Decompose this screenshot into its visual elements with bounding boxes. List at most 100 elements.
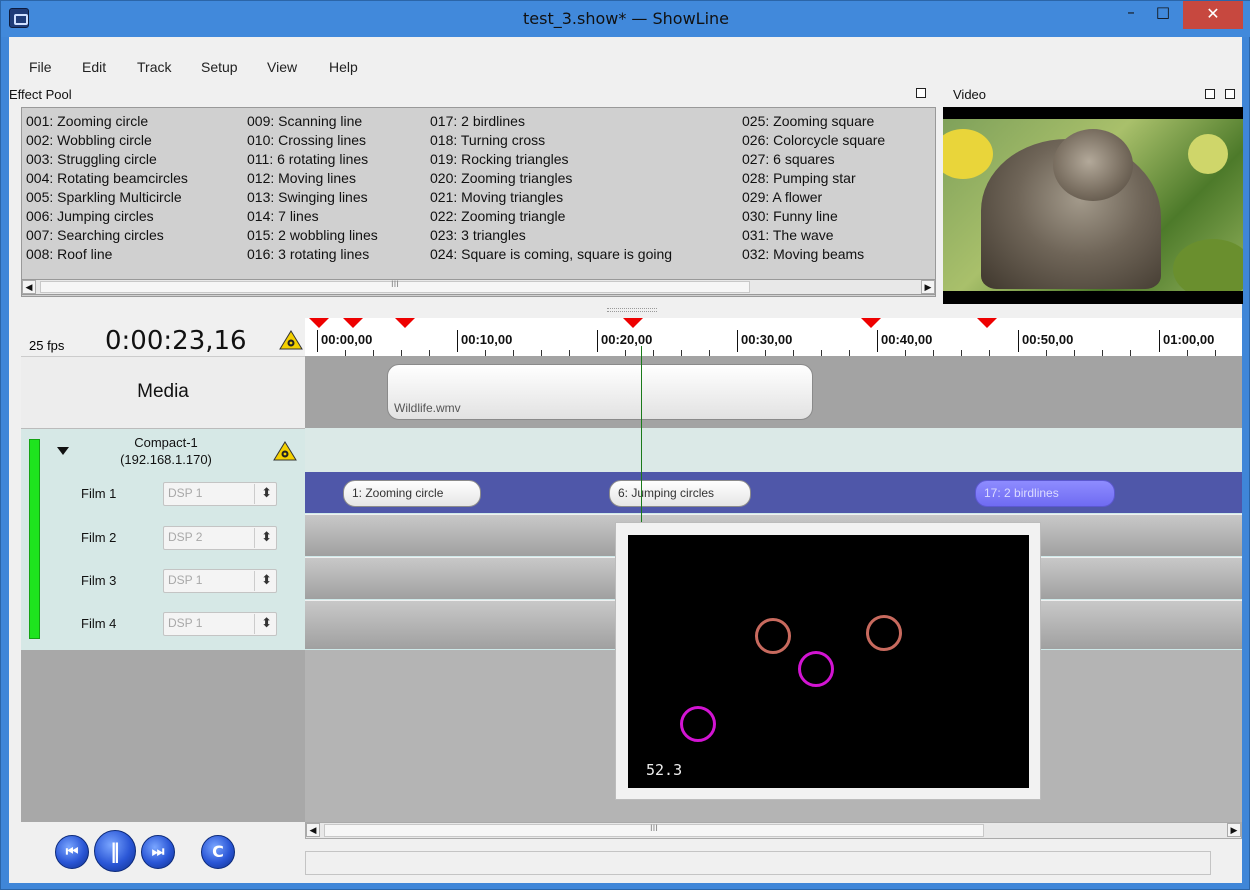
timeline-scrollbar[interactable]: ◀ III ▶ — [305, 822, 1242, 839]
menu-help[interactable]: Help — [329, 59, 358, 75]
ruler-tick-label: 01:00,00 — [1159, 330, 1214, 352]
effect-pool-title: Effect Pool — [9, 87, 72, 102]
effect-pool-item[interactable]: 015: 2 wobbling lines — [247, 226, 378, 245]
spin-arrows-icon[interactable]: ⬍ — [254, 484, 272, 504]
effect-pool-item[interactable]: 012: Moving lines — [247, 169, 378, 188]
effect-pool-item[interactable]: 013: Swinging lines — [247, 188, 378, 207]
effect-pool-item[interactable]: 005: Sparkling Multicircle — [26, 188, 188, 207]
cue-marker-icon[interactable] — [309, 318, 329, 328]
progress-bar — [305, 851, 1211, 875]
spin-arrows-icon[interactable]: ⬍ — [254, 614, 272, 634]
effect-pool-item[interactable]: 032: Moving beams — [742, 245, 885, 264]
effect-pool-item[interactable]: 002: Wobbling circle — [26, 131, 188, 150]
scroll-left-arrow[interactable]: ◀ — [22, 280, 36, 294]
effect-pool-item[interactable]: 025: Zooming square — [742, 112, 885, 131]
spin-arrows-icon[interactable]: ⬍ — [254, 571, 272, 591]
effect-pool-item[interactable]: 016: 3 rotating lines — [247, 245, 378, 264]
collapse-arrow-icon[interactable] — [57, 447, 69, 455]
effect-pool-item[interactable]: 022: Zooming triangle — [430, 207, 672, 226]
cue-marker-icon[interactable] — [977, 318, 997, 328]
effect-pool-item[interactable]: 028: Pumping star — [742, 169, 885, 188]
flower-spot — [1188, 134, 1228, 174]
effect-pool-column: 009: Scanning line 010: Crossing lines 011… — [247, 112, 378, 264]
effect-pool-item[interactable]: 031: The wave — [742, 226, 885, 245]
effect-clip[interactable]: 1: Zooming circle — [343, 480, 481, 507]
media-clip[interactable]: Wildlife.wmv — [387, 364, 813, 420]
circle-shape — [680, 706, 716, 742]
effect-pool-item[interactable]: 007: Searching circles — [26, 226, 188, 245]
panel-splitter[interactable] — [607, 308, 657, 312]
marmot-head-image — [1053, 129, 1133, 201]
effect-pool-item[interactable]: 027: 6 squares — [742, 150, 885, 169]
cue-marker-icon[interactable] — [861, 318, 881, 328]
film-4-dsp-spinner[interactable]: DSP 1 ⬍ — [163, 612, 277, 636]
scroll-right-arrow[interactable]: ▶ — [1227, 823, 1241, 837]
film-1-dsp-spinner[interactable]: DSP 1 ⬍ — [163, 482, 277, 506]
playhead-line[interactable] — [641, 346, 642, 522]
effect-pool-item[interactable]: 029: A flower — [742, 188, 885, 207]
effect-pool-scrollbar[interactable]: ◀ III ▶ — [21, 279, 936, 295]
menu-view[interactable]: View — [267, 59, 297, 75]
scroll-left-arrow[interactable]: ◀ — [306, 823, 320, 837]
device-name-label: Compact-1 — [134, 435, 198, 450]
app-window: test_3.show* — ShowLine – □ ✕ File Edit … — [0, 0, 1250, 890]
effect-pool-item[interactable]: 003: Struggling circle — [26, 150, 188, 169]
video-panel-title: Video — [953, 87, 987, 102]
effect-pool-item[interactable]: 030: Funny line — [742, 207, 885, 226]
effect-clip[interactable]: 17: 2 birdlines — [975, 480, 1115, 507]
cue-marker-icon[interactable] — [395, 318, 415, 328]
effect-pool-item[interactable]: 001: Zooming circle — [26, 112, 188, 131]
effect-pool-item[interactable]: 017: 2 birdlines — [430, 112, 672, 131]
scroll-thumb[interactable]: III — [324, 824, 984, 837]
effect-pool-item[interactable]: 018: Turning cross — [430, 131, 672, 150]
effect-pool-item[interactable]: 019: Rocking triangles — [430, 150, 672, 169]
effect-pool-item[interactable]: 021: Moving triangles — [430, 188, 672, 207]
minimize-button[interactable]: – — [1116, 1, 1146, 25]
spin-arrows-icon[interactable]: ⬍ — [254, 528, 272, 548]
scroll-thumb[interactable]: III — [40, 280, 750, 293]
circle-shape — [866, 615, 902, 651]
warning-icon[interactable] — [279, 330, 303, 350]
effect-pool-item[interactable]: 009: Scanning line — [247, 112, 378, 131]
close-button[interactable]: ✕ — [1183, 1, 1243, 29]
effect-pool-item[interactable]: 010: Crossing lines — [247, 131, 378, 150]
effect-pool-column: 025: Zooming square 026: Colorcycle squar… — [742, 112, 885, 264]
timeline-ruler[interactable]: 00:00,00 00:10,00 00:20,00 00:30,00 00:40,00… — [305, 318, 1242, 356]
effect-pool-item[interactable]: 020: Zooming triangles — [430, 169, 672, 188]
effect-pool-item[interactable]: 004: Rotating beamcircles — [26, 169, 188, 188]
scroll-grip: III — [391, 280, 399, 290]
effect-pool-item[interactable]: 026: Colorcycle square — [742, 131, 885, 150]
effect-pool-item[interactable]: 008: Roof line — [26, 245, 188, 264]
film-1-track[interactable]: 1: Zooming circle 6: Jumping circles 17:… — [305, 472, 1242, 514]
dock-close-icon[interactable] — [1225, 89, 1235, 99]
dock-float-icon[interactable] — [1205, 89, 1215, 99]
menu-setup[interactable]: Setup — [201, 59, 238, 75]
video-preview — [943, 107, 1243, 304]
effect-pool-item[interactable]: 023: 3 triangles — [430, 226, 672, 245]
warning-icon[interactable] — [273, 441, 297, 461]
skip-forward-button[interactable]: ⏭ — [141, 835, 175, 869]
cue-marker-icon[interactable] — [343, 318, 363, 328]
effect-pool-item[interactable]: 024: Square is coming, square is going — [430, 245, 672, 264]
skip-back-button[interactable]: ⏮ — [55, 835, 89, 869]
grass-spot — [1173, 239, 1243, 291]
effect-clip[interactable]: 6: Jumping circles — [609, 480, 751, 507]
menu-edit[interactable]: Edit — [82, 59, 106, 75]
film-3-dsp-spinner[interactable]: DSP 1 ⬍ — [163, 569, 277, 593]
pause-button[interactable]: ‖ — [94, 830, 136, 872]
effect-pool-item[interactable]: 006: Jumping circles — [26, 207, 188, 226]
media-track[interactable]: Wildlife.wmv — [305, 356, 1242, 428]
title-bar[interactable]: test_3.show* — ShowLine – □ ✕ — [1, 1, 1250, 37]
effect-pool-column: 017: 2 birdlines 018: Turning cross 019: R… — [430, 112, 672, 264]
menu-track[interactable]: Track — [137, 59, 171, 75]
cue-marker-icon[interactable] — [623, 318, 643, 328]
effect-pool-item[interactable]: 011: 6 rotating lines — [247, 150, 378, 169]
transport-controls: ⏮ ‖ ⏭ C — [21, 822, 305, 880]
reload-button[interactable]: C — [201, 835, 235, 869]
menu-file[interactable]: File — [29, 59, 52, 75]
scroll-right-arrow[interactable]: ▶ — [921, 280, 935, 294]
maximize-button[interactable]: □ — [1148, 1, 1178, 25]
effect-pool-item[interactable]: 014: 7 lines — [247, 207, 378, 226]
film-2-dsp-spinner[interactable]: DSP 2 ⬍ — [163, 526, 277, 550]
dock-float-icon[interactable] — [916, 88, 926, 98]
